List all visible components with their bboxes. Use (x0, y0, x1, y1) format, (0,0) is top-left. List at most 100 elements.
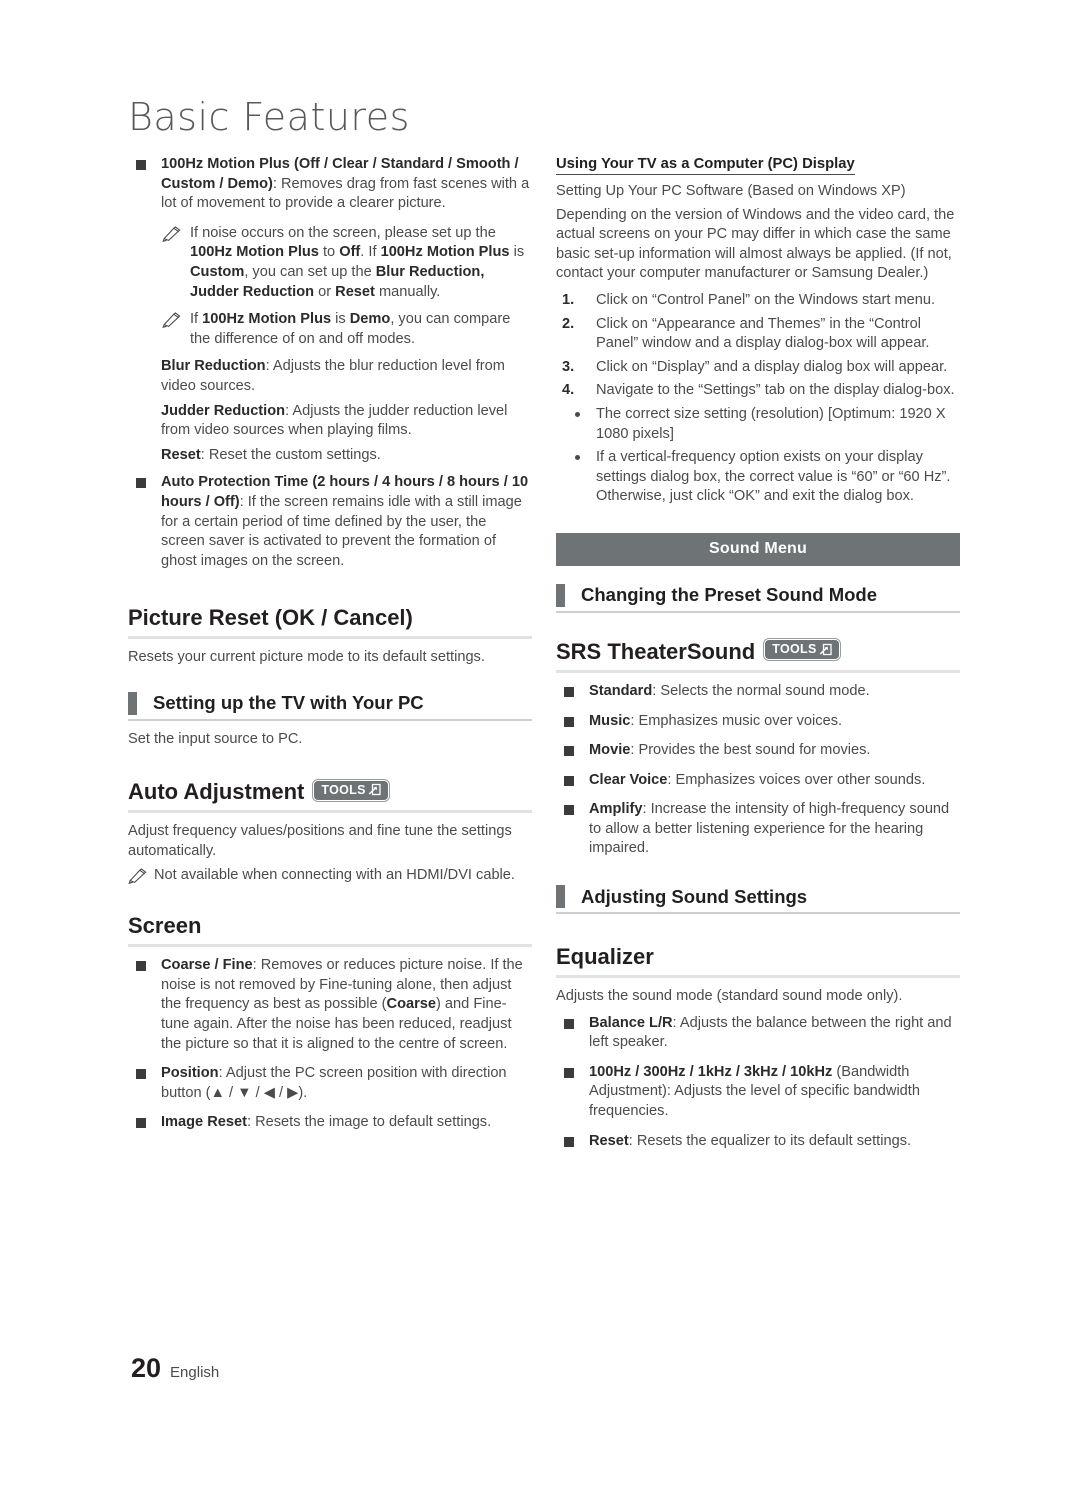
manual-page: Basic Features 100Hz Motion Plus (Off / … (0, 0, 1080, 1494)
list-item: Auto Protection Time (2 hours / 4 hours … (128, 473, 532, 571)
list-item-text: Position: Adjust the PC screen position … (161, 1065, 507, 1101)
tools-badge-icon[interactable]: TOOLS (312, 778, 390, 802)
list-item: 100Hz Motion Plus (Off / Clear / Standar… (128, 155, 532, 214)
pc-display-heading: Using Your TV as a Computer (PC) Display (556, 156, 855, 175)
list-item: 100Hz / 300Hz / 1kHz / 3kHz / 10kHz (Ban… (556, 1063, 960, 1122)
left-column: 100Hz Motion Plus (Off / Clear / Standar… (128, 155, 532, 1161)
list-item: 1. Click on “Control Panel” on the Windo… (556, 291, 960, 311)
subsection-preset-sound-mode: Changing the Preset Sound Mode (556, 583, 960, 613)
step-text: Click on “Display” and a display dialog … (596, 358, 948, 375)
section-body: Resets your current picture mode to its … (128, 649, 485, 666)
square-bullet-icon (564, 686, 574, 697)
note-text: If noise occurs on the screen, please se… (190, 224, 525, 300)
note-item: If 100Hz Motion Plus is Demo, you can co… (128, 310, 532, 349)
section-marker-icon (556, 885, 565, 909)
section-body: Set the input source to PC. (128, 730, 303, 747)
section-heading-label: Screen (128, 913, 202, 939)
divider (556, 912, 960, 915)
divider (556, 669, 960, 673)
tools-badge-label: TOOLS (321, 782, 366, 797)
square-bullet-icon (136, 1118, 146, 1129)
list-item-text: Coarse / Fine: Removes or reduces pictur… (161, 957, 523, 1052)
list-item-text: The correct size setting (resolution) [O… (596, 405, 946, 442)
list-item-term: Standard (589, 682, 653, 699)
step-text: Click on “Control Panel” on the Windows … (596, 291, 936, 308)
square-bullet-icon (136, 478, 146, 489)
divider (128, 944, 532, 948)
section-body: Adjust frequency values/positions and fi… (128, 823, 512, 860)
definition-paragraph: Reset: Reset the custom settings. (128, 446, 532, 466)
list-item-desc: : Resets the equalizer to its default se… (628, 1132, 912, 1149)
list-item-term: 100Hz / 300Hz / 1kHz / 3kHz / 10kHz (589, 1063, 833, 1080)
list-item: Reset: Resets the equalizer to its defau… (556, 1132, 960, 1152)
list-item-desc: : Emphasizes music over voices. (630, 712, 843, 729)
note-text: Not available when connecting with an HD… (154, 866, 515, 883)
page-footer: 20 English (131, 1353, 219, 1384)
square-bullet-icon (564, 1018, 574, 1029)
definition-term: Reset (161, 446, 201, 463)
tools-badge-icon[interactable]: TOOLS (763, 638, 841, 662)
section-body: Adjusts the sound mode (standard sound m… (556, 988, 903, 1005)
enter-arrow-icon (819, 643, 832, 656)
list-item-desc: : Provides the best sound for movies. (630, 742, 871, 759)
list-item-desc: : Emphasizes voices over other sounds. (667, 771, 926, 788)
list-item: If a vertical-frequency option exists on… (556, 448, 960, 507)
sound-menu-banner: Sound Menu (556, 532, 960, 566)
list-item-term: Music (589, 712, 631, 729)
note-item: Not available when connecting with an HD… (128, 866, 532, 886)
pencil-note-icon (162, 226, 182, 242)
list-item-term: Amplify (589, 801, 643, 818)
list-item: Balance L/R: Adjusts the balance between… (556, 1014, 960, 1053)
two-column-body: 100Hz Motion Plus (Off / Clear / Standar… (128, 155, 960, 1161)
list-item-term: Clear Voice (589, 771, 668, 788)
divider (128, 718, 532, 721)
section-heading-screen: Screen (128, 913, 532, 944)
list-item-text: Image Reset: Resets the image to default… (161, 1114, 492, 1131)
section-heading-label: SRS TheaterSound (556, 638, 756, 664)
right-column: Using Your TV as a Computer (PC) Display… (556, 155, 960, 1161)
tools-badge-label: TOOLS (772, 642, 817, 657)
list-item-term: Balance L/R (589, 1014, 673, 1031)
square-bullet-icon (136, 1069, 146, 1080)
list-item: 4. Navigate to the “Settings” tab on the… (556, 381, 960, 401)
round-bullet-icon (575, 411, 580, 417)
subsection-heading-label: Changing the Preset Sound Mode (581, 584, 878, 606)
list-item: Coarse / Fine: Removes or reduces pictur… (128, 956, 532, 1054)
section-heading-auto-adjustment: Auto Adjustment TOOLS (128, 778, 532, 810)
section-heading-label: Auto Adjustment (128, 779, 305, 805)
square-bullet-icon (564, 746, 574, 757)
divider (556, 610, 960, 613)
section-heading-picture-reset: Picture Reset (OK / Cancel) (128, 605, 532, 636)
section-heading-equalizer: Equalizer (556, 944, 960, 975)
step-number: 4. (562, 382, 575, 399)
definition-paragraph: Blur Reduction: Adjusts the blur reducti… (128, 357, 532, 396)
list-item-term: Movie (589, 742, 631, 759)
list-item-term: Reset (589, 1132, 629, 1149)
list-item: Music: Emphasizes music over voices. (556, 712, 960, 732)
subsection-heading-label: Setting up the TV with Your PC (153, 692, 424, 714)
square-bullet-icon (136, 160, 146, 170)
step-number: 2. (562, 315, 575, 332)
list-item: Position: Adjust the PC screen position … (128, 1064, 532, 1103)
square-bullet-icon (564, 1067, 574, 1078)
square-bullet-icon (564, 1136, 574, 1147)
step-number: 1. (562, 291, 575, 308)
divider (128, 810, 532, 814)
square-bullet-icon (564, 805, 574, 816)
page-title: Basic Features (128, 95, 410, 139)
definition-paragraph: Judder Reduction: Adjusts the judder red… (128, 402, 532, 441)
pencil-note-icon (162, 312, 182, 329)
section-marker-icon (128, 691, 137, 715)
subsection-setting-up-tv-pc: Setting up the TV with Your PC (128, 691, 532, 721)
step-number: 3. (562, 358, 575, 375)
list-item: The correct size setting (resolution) [O… (556, 405, 960, 444)
pc-display-intro: Depending on the version of Windows and … (556, 206, 955, 282)
round-bullet-icon (575, 455, 580, 461)
list-item: Amplify: Increase the intensity of high-… (556, 800, 960, 859)
note-text: If 100Hz Motion Plus is Demo, you can co… (190, 311, 511, 347)
pc-display-subtitle: Setting Up Your PC Software (Based on Wi… (556, 183, 906, 199)
square-bullet-icon (564, 775, 574, 786)
list-item-desc: : Selects the normal sound mode. (652, 682, 870, 699)
section-heading-srs-theatersound: SRS TheaterSound TOOLS (556, 638, 960, 670)
subsection-adjusting-sound-settings: Adjusting Sound Settings (556, 885, 960, 915)
